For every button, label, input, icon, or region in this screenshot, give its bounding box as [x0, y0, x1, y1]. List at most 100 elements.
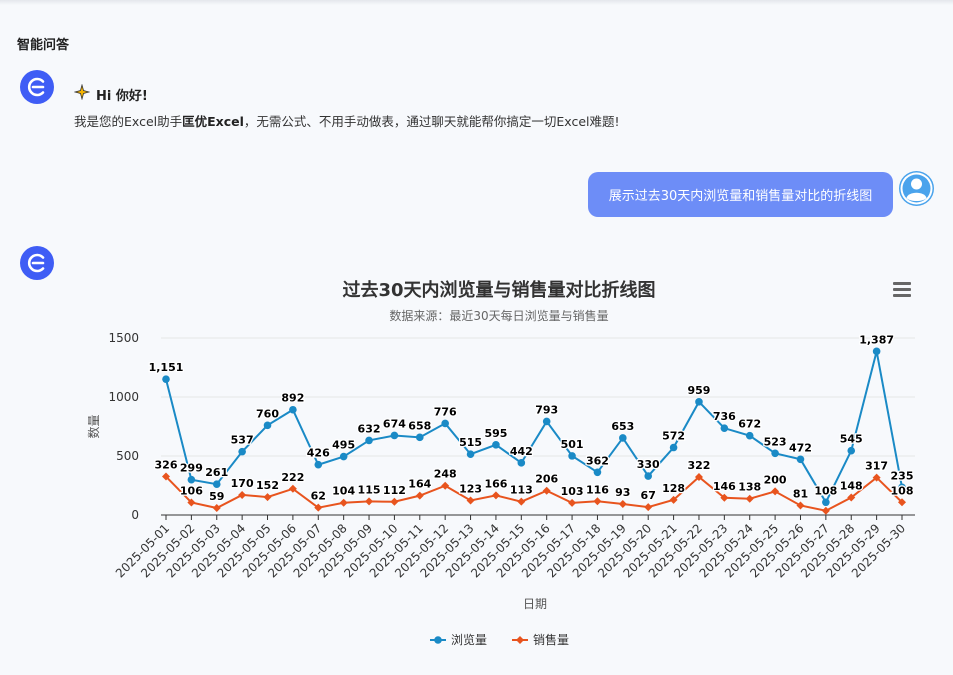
- data-point: [568, 452, 576, 460]
- data-label: 166: [484, 477, 507, 490]
- data-label: 317: [865, 460, 888, 473]
- data-point: [669, 443, 678, 452]
- data-label: 112: [383, 484, 406, 497]
- data-point: [441, 419, 449, 428]
- data-point: [644, 472, 653, 480]
- data-label: 653: [611, 420, 634, 433]
- data-label: 595: [484, 427, 507, 440]
- data-point: [415, 433, 424, 442]
- data-point: [390, 431, 399, 440]
- data-point: [289, 405, 297, 414]
- data-point: [771, 449, 779, 458]
- data-point: [415, 491, 424, 500]
- data-point: [796, 501, 805, 510]
- data-label: 537: [231, 434, 254, 447]
- data-label: 170: [231, 477, 254, 490]
- chart-plot: 050010001500数量2025-05-012025-05-022025-0…: [86, 331, 915, 647]
- data-label: 108: [814, 484, 837, 497]
- data-point: [517, 459, 526, 467]
- data-label: 1,387: [859, 333, 894, 346]
- data-label: 138: [738, 481, 761, 494]
- data-label: 248: [434, 468, 457, 481]
- data-point: [593, 468, 602, 477]
- data-label: 672: [738, 418, 761, 431]
- greeting-text-suffix: ，无需公式、不用手动做表，通过聊天就能帮你搞定一切Excel难题!: [243, 114, 620, 129]
- data-point: [796, 455, 805, 464]
- assistant-logo-icon-2: [20, 246, 54, 280]
- user-message-text: 展示过去30天内浏览量和销售量对比的折线图: [608, 189, 873, 204]
- data-point: [492, 440, 500, 449]
- data-point: [263, 421, 272, 430]
- data-label: 148: [840, 480, 863, 493]
- data-label: 959: [687, 384, 710, 397]
- data-label: 81: [793, 487, 808, 500]
- legend-item-label: 销售量: [533, 632, 569, 647]
- greeting-text: 我是您的Excel助手匡优Excel，无需公式、不用手动做表，通过聊天就能帮你搞…: [74, 111, 620, 130]
- data-label: 222: [281, 471, 304, 484]
- data-label: 123: [459, 482, 482, 495]
- data-point: [745, 494, 754, 503]
- data-label: 261: [205, 466, 228, 479]
- data-label: 93: [615, 486, 630, 499]
- data-label: 632: [358, 422, 381, 435]
- user-avatar-icon[interactable]: [899, 171, 934, 206]
- data-point: [212, 504, 221, 513]
- data-label: 206: [535, 473, 558, 486]
- data-label: 116: [586, 483, 609, 496]
- data-label: 658: [408, 419, 431, 432]
- data-label: 104: [332, 485, 355, 498]
- data-point: [466, 450, 475, 459]
- data-label: 200: [764, 473, 787, 486]
- data-label: 892: [281, 392, 304, 405]
- top-shadow-bar: [0, 0, 953, 5]
- data-label: 330: [637, 458, 660, 471]
- data-point: [568, 498, 577, 507]
- data-label: 515: [459, 436, 482, 449]
- x-axis-label: 日期: [523, 597, 547, 611]
- data-point: [542, 486, 551, 495]
- data-label: 501: [561, 438, 584, 451]
- data-label: 115: [358, 483, 381, 496]
- assistant-logo-icon: [20, 70, 54, 104]
- data-label: 67: [641, 489, 656, 502]
- data-label: 495: [332, 439, 355, 452]
- line-chart: 过去30天内浏览量与销售量对比折线图 数据来源：最近30天每日浏览量与销售量 0…: [80, 268, 940, 668]
- data-point: [187, 475, 196, 484]
- data-point: [212, 480, 221, 489]
- greeting-title: Hi 你好!: [73, 83, 148, 104]
- data-label: 545: [840, 433, 863, 446]
- data-point: [238, 447, 246, 456]
- data-point: [314, 460, 323, 469]
- data-label: 322: [687, 459, 710, 472]
- greeting-title-text: Hi 你好!: [96, 88, 148, 104]
- data-label: 299: [180, 462, 203, 475]
- data-point: [618, 500, 627, 509]
- data-point: [517, 497, 526, 506]
- legend-item-label: 浏览量: [451, 632, 487, 647]
- data-point: [365, 497, 374, 506]
- y-tick-label: 1500: [108, 331, 139, 345]
- data-point: [821, 506, 830, 515]
- data-point: [466, 496, 475, 505]
- data-point: [339, 498, 348, 507]
- data-label: 793: [535, 403, 558, 416]
- data-label: 674: [383, 417, 406, 430]
- legend-marker: [434, 636, 442, 644]
- data-point: [263, 493, 272, 502]
- data-label: 59: [209, 490, 224, 503]
- data-label: 103: [561, 485, 584, 498]
- y-tick-label: 1000: [108, 390, 139, 404]
- data-label: 472: [789, 441, 812, 454]
- sparkle-icon: [73, 83, 91, 104]
- data-label: 164: [408, 478, 431, 491]
- data-point: [542, 417, 551, 426]
- legend-marker: [516, 636, 524, 644]
- data-label: 146: [713, 480, 736, 493]
- data-label: 760: [256, 407, 279, 420]
- data-point: [745, 431, 754, 440]
- data-label: 62: [311, 490, 326, 503]
- data-label: 776: [434, 405, 457, 418]
- data-point: [238, 490, 247, 499]
- data-point: [872, 347, 881, 356]
- data-label: 1,151: [149, 361, 184, 374]
